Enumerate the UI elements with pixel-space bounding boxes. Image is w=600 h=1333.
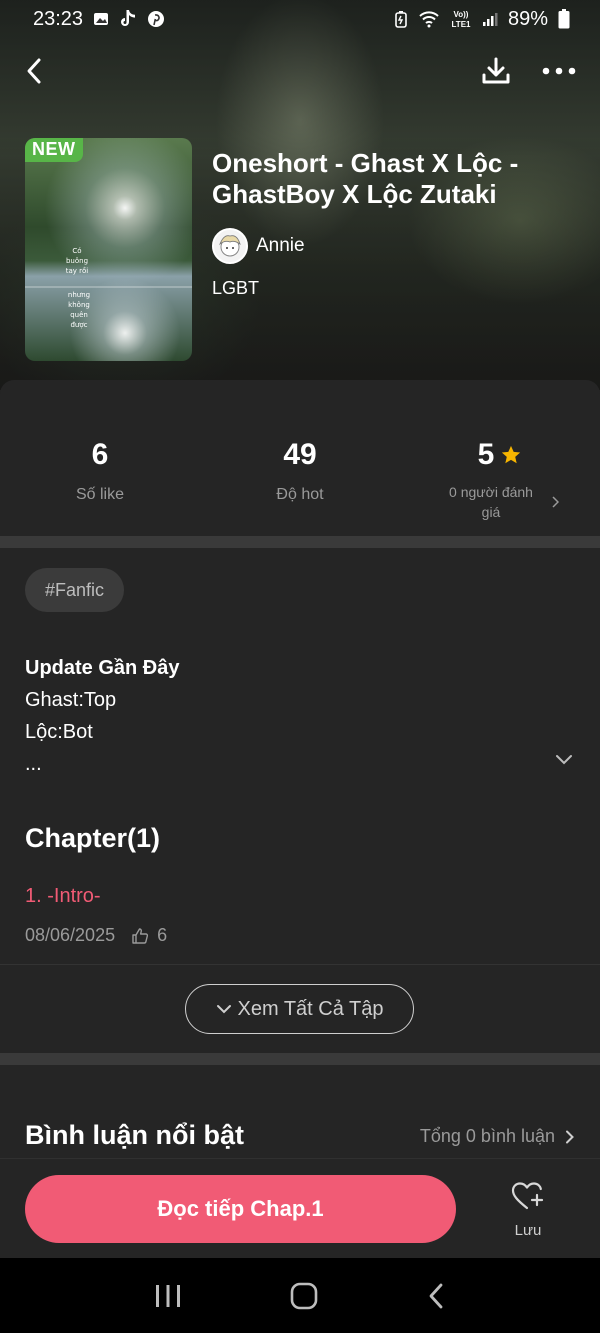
description-line-3: ... <box>25 753 42 775</box>
see-all-chapters-button[interactable]: Xem Tất Cả Tập <box>185 984 414 1034</box>
more-horizontal-icon <box>542 67 576 75</box>
save-label: Lưu <box>514 1222 542 1239</box>
hot-label: Độ hot <box>276 486 324 503</box>
chevron-down-icon <box>556 755 572 765</box>
author-row[interactable]: Annie <box>212 228 582 264</box>
svg-text:Vo)): Vo)) <box>453 10 468 19</box>
stats-panel: 6 Số like 49 Độ hot 5 0 người đánh giá <box>0 380 600 536</box>
recent-apps-button[interactable] <box>154 1283 182 1309</box>
recent-apps-icon <box>155 1284 180 1307</box>
thumbs-up-icon <box>132 927 149 944</box>
avatar <box>212 228 248 264</box>
rating-value: 5 <box>477 438 495 471</box>
chevron-right-icon <box>552 496 559 508</box>
battery-saver-icon <box>394 10 408 28</box>
home-icon <box>290 1282 318 1309</box>
top-nav <box>0 48 600 94</box>
cover-divider <box>25 286 192 288</box>
chapter-item-meta: 08/06/2025 6 <box>25 925 167 946</box>
chapter-item-title[interactable]: 1. -Intro- <box>25 885 101 908</box>
chapter-separator <box>0 964 600 965</box>
star-icon <box>502 445 521 464</box>
battery-percent: 89% <box>507 7 548 30</box>
chapter-heading: Chapter(1) <box>25 823 161 853</box>
chevron-down-icon <box>216 1005 231 1014</box>
stat-likes: 6 Số like <box>0 438 200 504</box>
description-heading: Update Gần Đây <box>25 657 180 679</box>
stat-hot: 49 Độ hot <box>200 438 400 504</box>
chevron-left-icon <box>27 58 41 84</box>
back-arrow-icon <box>429 1283 443 1308</box>
more-button[interactable] <box>542 66 576 76</box>
chapter-date: 08/06/2025 <box>25 925 116 945</box>
system-back-button[interactable] <box>426 1282 446 1310</box>
likes-count: 6 <box>91 438 109 471</box>
svg-text:LTE1: LTE1 <box>451 20 471 29</box>
status-time: 23:23 <box>33 7 84 30</box>
home-button[interactable] <box>289 1281 319 1311</box>
story-title: Oneshort - Ghast X Lộc - GhastBoy X Lộc … <box>212 148 519 209</box>
story-cover[interactable]: Có buông tay rồi nhưng không quên được N… <box>25 138 192 361</box>
section-divider <box>0 536 600 548</box>
status-bar: 23:23 Vo)) LTE1 89% <box>0 0 600 38</box>
story-info: Oneshort - Ghast X Lộc - GhastBoy X Lộc … <box>212 148 582 299</box>
author-name: Annie <box>256 235 305 256</box>
chevron-right-icon <box>566 1130 574 1143</box>
wifi-icon <box>418 10 440 28</box>
genre-label[interactable]: LGBT <box>212 278 582 299</box>
download-button[interactable] <box>480 55 512 87</box>
expand-description-button[interactable] <box>554 753 574 772</box>
tag-fanfic[interactable]: #Fanfic <box>25 568 125 612</box>
new-badge: NEW <box>25 138 83 162</box>
battery-icon <box>558 9 570 29</box>
system-navigation-bar <box>0 1258 600 1333</box>
see-all-label: Xem Tất Cả Tập <box>237 997 384 1020</box>
hot-count: 49 <box>283 438 317 471</box>
comments-total-link[interactable]: Tổng 0 bình luận <box>420 1126 574 1147</box>
save-button[interactable]: Lưu <box>500 1181 556 1239</box>
volte-icon: Vo)) LTE1 <box>450 9 472 29</box>
comments-total-label: Tổng 0 bình luận <box>419 1126 555 1146</box>
tiktok-icon <box>119 9 137 29</box>
gallery-icon <box>93 11 109 27</box>
download-icon <box>482 57 510 84</box>
pinterest-icon <box>147 10 165 28</box>
continue-reading-button[interactable]: Đọc tiếp Chap.1 <box>25 1175 456 1243</box>
chapter-likes: 6 <box>157 925 168 945</box>
description-line-1: Ghast:Top <box>25 689 117 711</box>
likes-label: Số like <box>75 486 125 503</box>
rating-label: 0 người đánh giá <box>449 484 533 520</box>
stat-rating[interactable]: 5 0 người đánh giá <box>400 438 600 522</box>
section-divider <box>0 1053 600 1065</box>
heart-plus-icon <box>511 1182 544 1210</box>
story-description: Update Gần Đây Ghast:Top Lộc:Bot ... <box>25 652 565 780</box>
description-line-2: Lộc:Bot <box>25 721 93 743</box>
cover-caption-2: nhưng không quên được <box>67 291 91 329</box>
back-button[interactable] <box>24 57 44 85</box>
comments-heading: Bình luận nổi bật <box>25 1120 244 1150</box>
bottom-action-bar: Đọc tiếp Chap.1 Lưu <box>0 1158 600 1258</box>
cover-caption-1: Có buông tay rồi <box>65 247 89 275</box>
signal-icon <box>482 11 498 27</box>
